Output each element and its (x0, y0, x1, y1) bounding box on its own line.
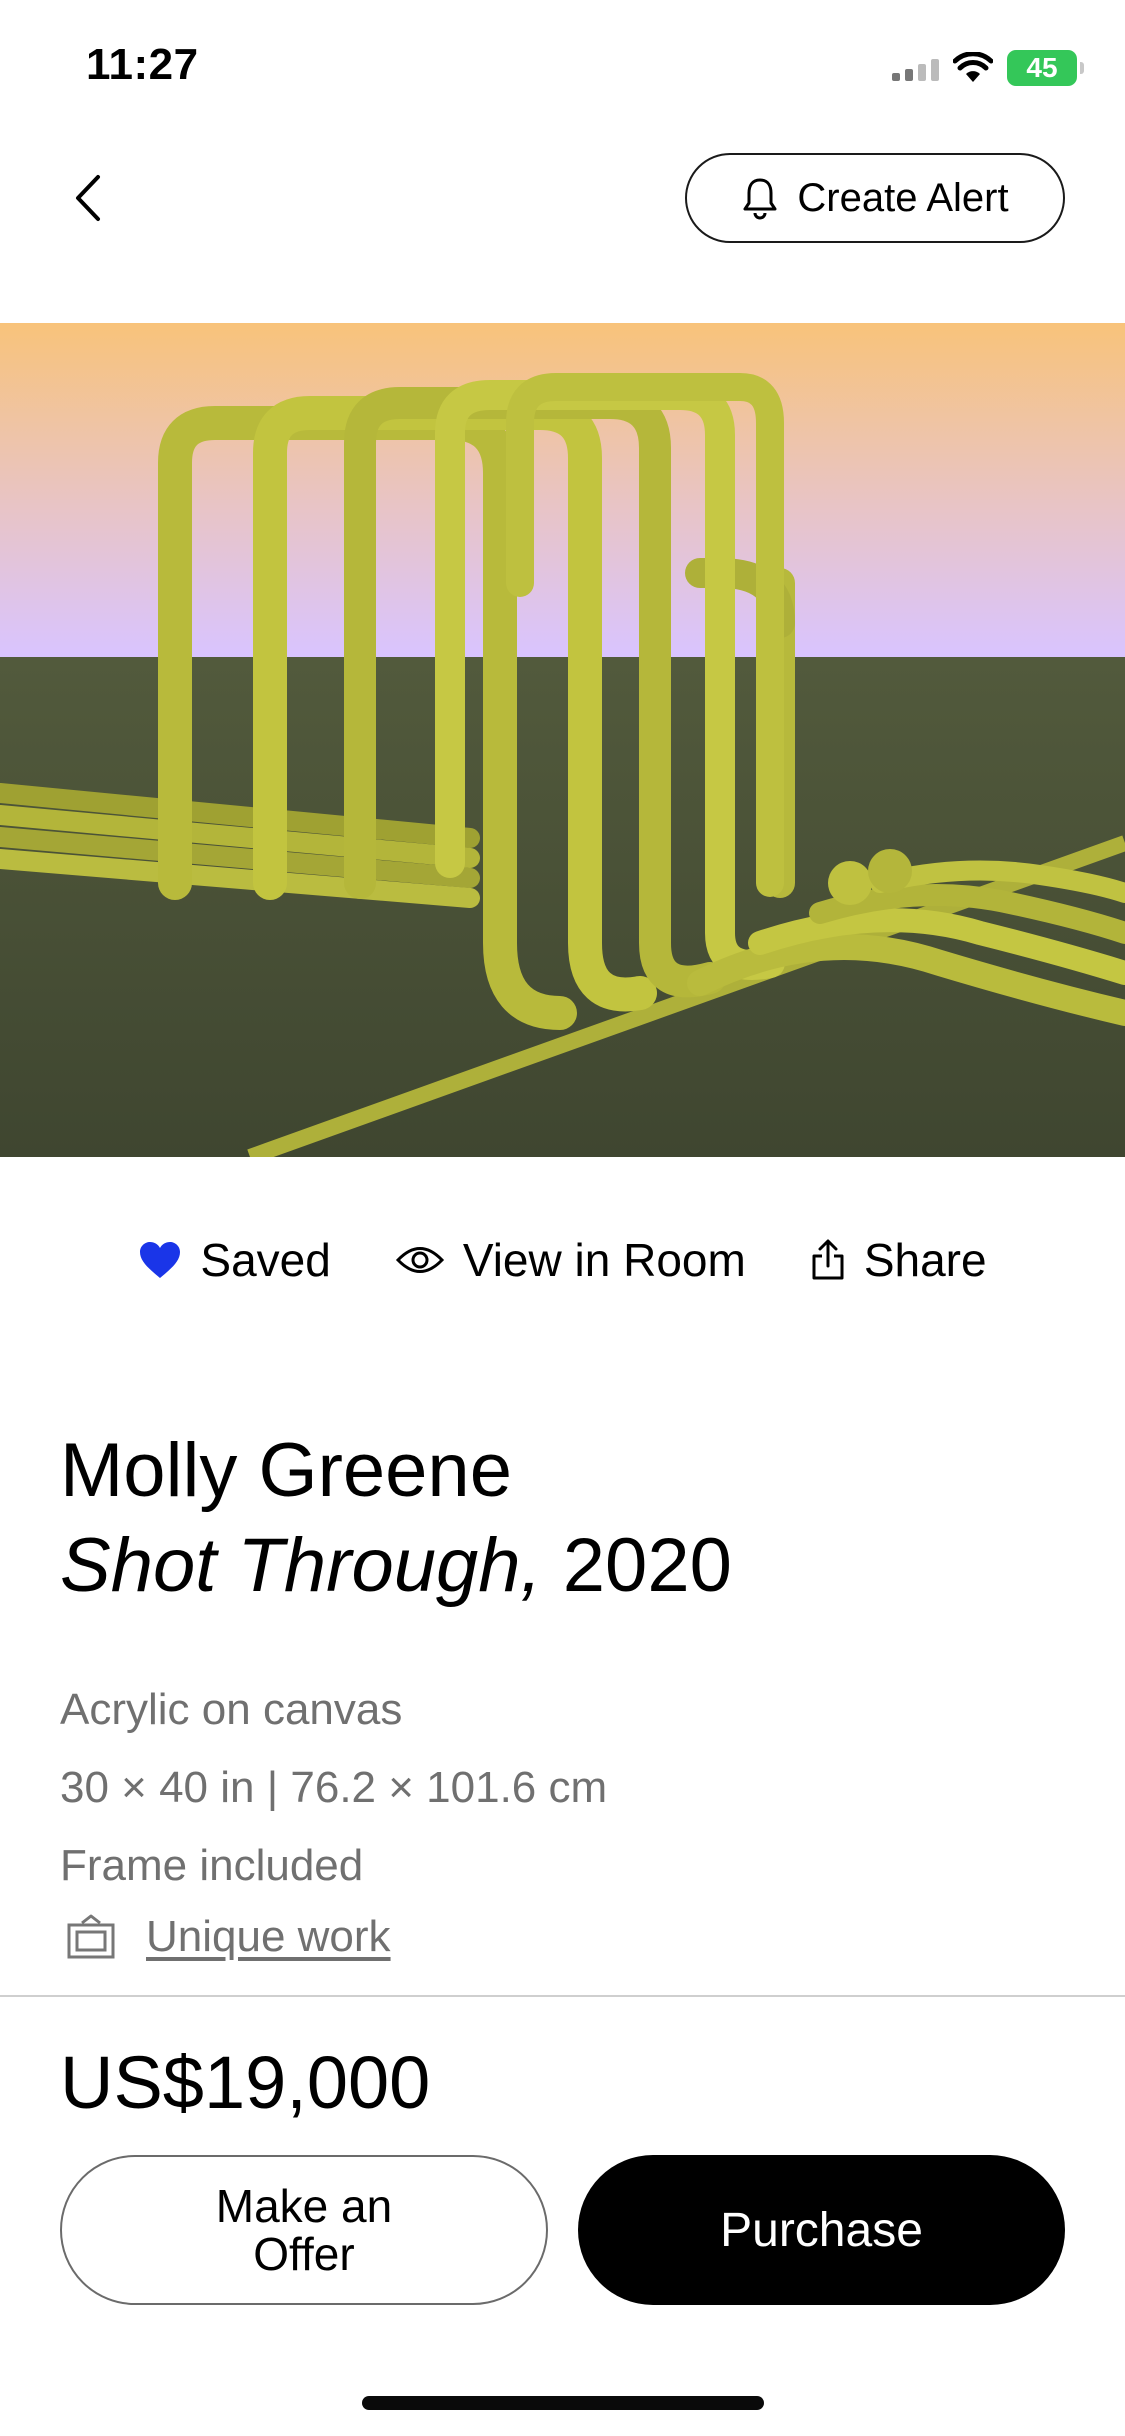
battery-level: 45 (1026, 52, 1058, 83)
create-alert-label: Create Alert (797, 175, 1009, 220)
share-button[interactable]: Share (810, 1233, 987, 1287)
artwork-painting (0, 323, 1125, 1157)
artwork-actions: Saved View in Room Share (0, 1220, 1125, 1300)
divider (0, 1995, 1125, 1997)
artwork-title: Shot Through, (60, 1523, 542, 1608)
heart-filled-icon (140, 1242, 181, 1278)
bell-icon (743, 178, 777, 220)
view-in-room-label: View in Room (462, 1234, 746, 1286)
status-time: 11:27 (86, 40, 199, 89)
share-icon (812, 1239, 844, 1280)
status-icons: 45 (892, 48, 1084, 88)
artist-name[interactable]: Molly Greene (60, 1425, 512, 1517)
create-alert-button[interactable]: Create Alert (685, 153, 1065, 243)
saved-button[interactable]: Saved (138, 1233, 331, 1287)
eye-icon (395, 1247, 444, 1273)
battery-icon: 45 (1007, 50, 1084, 86)
frame-info: Frame included (60, 1841, 364, 1890)
home-indicator[interactable] (362, 2396, 764, 2410)
cellular-signal-icon (892, 55, 939, 81)
purchase-button[interactable]: Purchase (578, 2155, 1065, 2305)
price: US$19,000 (60, 2041, 431, 2124)
artwork-year: 2020 (562, 1523, 732, 1608)
make-offer-label: Make an Offer (215, 2180, 393, 2280)
share-label: Share (863, 1234, 987, 1286)
back-button[interactable] (62, 168, 112, 228)
artwork-title-line: Shot Through, 2020 (60, 1520, 732, 1612)
view-in-room-button[interactable]: View in Room (395, 1233, 746, 1287)
rarity-row[interactable]: Unique work (66, 1912, 391, 1962)
purchase-label: Purchase (720, 2203, 923, 2257)
make-offer-button[interactable]: Make an Offer (60, 2155, 548, 2305)
artwork-medium: Acrylic on canvas (60, 1685, 403, 1734)
wifi-icon (953, 52, 993, 82)
saved-label: Saved (200, 1234, 331, 1286)
artwork-image[interactable] (0, 323, 1125, 1157)
frame-icon (67, 1914, 115, 1959)
artwork-dimensions: 30 × 40 in | 76.2 × 101.6 cm (60, 1763, 608, 1812)
unique-work-link[interactable]: Unique work (146, 1912, 391, 1962)
chevron-left-icon (76, 175, 100, 221)
